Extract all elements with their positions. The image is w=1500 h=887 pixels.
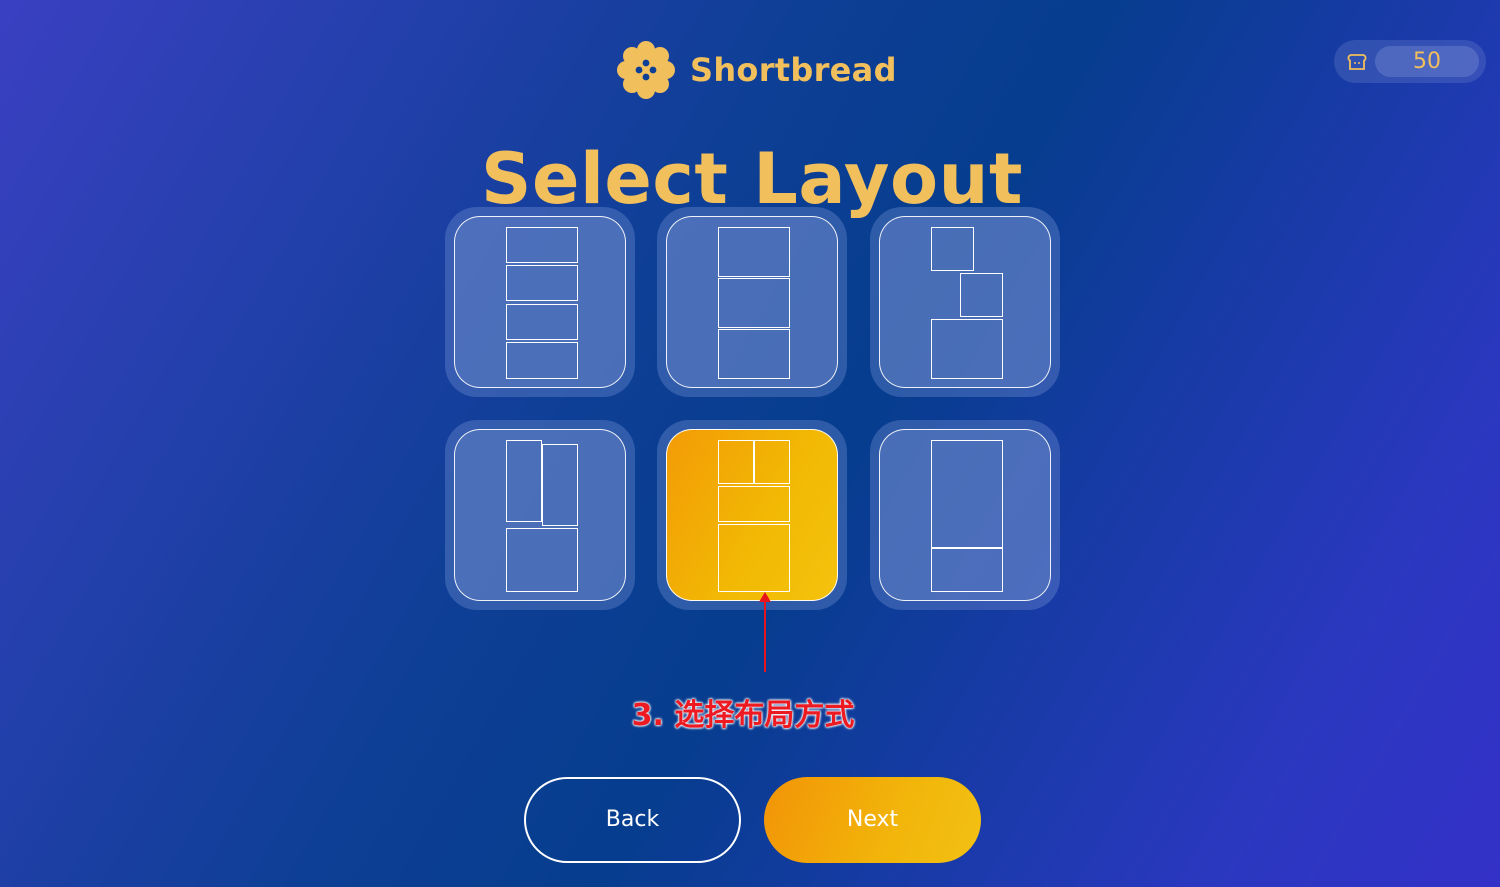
- layout-cell: [931, 227, 974, 271]
- annotation-label: 3. 选择布局方式: [631, 698, 855, 733]
- layout-preview: [879, 216, 1051, 388]
- cookie-logo-icon: [617, 41, 675, 99]
- bread-icon: [1347, 54, 1367, 70]
- layout-cell: [506, 440, 542, 522]
- layout-cell: [718, 486, 790, 522]
- layout-option-staggered[interactable]: [870, 207, 1060, 397]
- layout-cell: [506, 227, 578, 263]
- layout-cell: [718, 440, 754, 484]
- layout-preview: [879, 429, 1051, 601]
- layout-cell: [506, 304, 578, 340]
- layout-option-two-top-plus-stacked[interactable]: [657, 420, 847, 610]
- layout-cell: [718, 227, 790, 277]
- layout-cell: [718, 278, 790, 328]
- layout-cell: [542, 444, 578, 526]
- app-name: Shortbread: [690, 51, 897, 89]
- annotation-arrow-line: [764, 598, 766, 672]
- layout-option-four-stacked[interactable]: [445, 207, 635, 397]
- layout-preview: [454, 216, 626, 388]
- layout-cell: [506, 342, 578, 379]
- layout-cell: [931, 319, 1003, 379]
- layout-cell: [718, 329, 790, 379]
- credits-count: 50: [1375, 46, 1479, 77]
- back-button[interactable]: Back: [524, 777, 741, 863]
- layout-preview: [454, 429, 626, 601]
- layout-option-two-tall-plus-bottom[interactable]: [445, 420, 635, 610]
- layout-cell: [960, 273, 1003, 317]
- app-logo: Shortbread: [614, 38, 897, 102]
- layout-cell: [931, 440, 1003, 548]
- layout-option-tall-plus-short[interactable]: [870, 420, 1060, 610]
- credits-badge[interactable]: 50: [1334, 40, 1486, 83]
- layout-preview: [666, 216, 838, 388]
- layout-cell: [506, 528, 578, 592]
- layout-cell: [754, 440, 790, 484]
- layout-cell: [506, 265, 578, 301]
- layout-option-three-stacked[interactable]: [657, 207, 847, 397]
- next-button[interactable]: Next: [764, 777, 981, 863]
- layout-preview: [666, 429, 838, 601]
- layout-cell: [931, 548, 1003, 592]
- layout-cell: [718, 524, 790, 592]
